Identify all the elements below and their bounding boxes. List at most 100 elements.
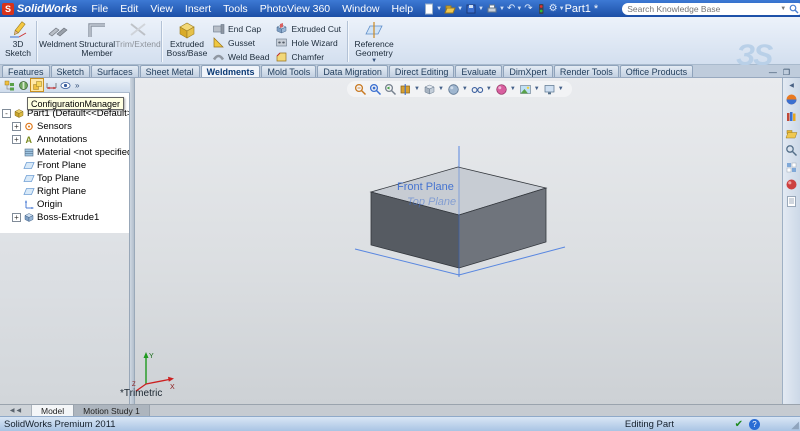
tab-office-products[interactable]: Office Products [619, 65, 694, 77]
view-settings-icon[interactable] [543, 83, 556, 96]
search-icon[interactable] [785, 144, 798, 157]
tree-item-boss-extrude1[interactable]: + Boss-Extrude1 [0, 211, 129, 224]
view-orientation-icon[interactable] [423, 83, 436, 96]
search-input[interactable] [627, 3, 778, 14]
chamfer-button[interactable]: Chamfer [272, 50, 344, 63]
view-orientation-caret-icon[interactable]: ▼ [438, 86, 444, 92]
appearances-icon[interactable] [785, 178, 798, 191]
scroll-left-icon[interactable]: ◀ [10, 407, 15, 414]
custom-properties-icon[interactable] [785, 195, 798, 208]
tab-dimxpert[interactable]: DimXpert [503, 65, 553, 77]
edit-appearance-icon[interactable] [495, 83, 508, 96]
structural-member-button[interactable]: Structural Member [76, 19, 118, 64]
menu-insert[interactable]: Insert [179, 2, 217, 16]
end-cap-button[interactable]: End Cap [209, 22, 272, 35]
rebuild-icon[interactable] [535, 3, 547, 15]
tab-scroll-arrows[interactable]: ◀ ◀ [0, 405, 32, 416]
save-icon[interactable]: ▼ [465, 3, 484, 15]
view-settings-caret-icon[interactable]: ▼ [558, 86, 564, 92]
apply-scene-icon[interactable] [519, 83, 532, 96]
options-gear-icon[interactable]: ⚙ ▼ [549, 3, 565, 15]
document-restore-icon[interactable]: ❐ [783, 68, 790, 77]
tab-render-tools[interactable]: Render Tools [553, 65, 619, 77]
display-manager-icon[interactable] [59, 79, 71, 91]
menu-file[interactable]: File [85, 2, 114, 16]
previous-view-icon[interactable] [384, 83, 397, 96]
apply-scene-caret-icon[interactable]: ▼ [534, 86, 540, 92]
motion-study-tab[interactable]: Motion Study 1 [74, 405, 150, 416]
edit-appearance-caret-icon[interactable]: ▼ [510, 86, 516, 92]
property-manager-icon[interactable] [17, 79, 29, 91]
tree-item-right-plane[interactable]: Right Plane [0, 185, 129, 198]
search-icon[interactable] [789, 4, 799, 14]
graphics-viewport[interactable]: ▼ ▼ ▼ ▼ ▼ ▼ ▼ Front Plane Top Plane [135, 78, 782, 404]
menu-photoview360[interactable]: PhotoView 360 [254, 2, 336, 16]
tab-data-migration[interactable]: Data Migration [317, 65, 388, 77]
tab-features[interactable]: Features [2, 65, 50, 77]
extruded-cut-button[interactable]: Extruded Cut [272, 22, 344, 35]
weld-bead-button[interactable]: Weld Bead [209, 50, 272, 63]
expand-toggle[interactable]: + [12, 213, 21, 222]
print-icon[interactable]: ▼ [486, 3, 505, 15]
expand-toggle[interactable]: + [12, 122, 21, 131]
design-library-icon[interactable] [785, 110, 798, 123]
menu-edit[interactable]: Edit [114, 2, 144, 16]
tab-evaluate[interactable]: Evaluate [455, 65, 503, 77]
expand-toggle[interactable]: + [12, 135, 21, 144]
menu-tools[interactable]: Tools [217, 2, 254, 16]
expand-toggle[interactable]: - [2, 109, 11, 118]
tab-weldments[interactable]: Weldments [200, 65, 261, 77]
reference-geometry-button[interactable]: Reference Geometry ▼ [351, 19, 397, 64]
extruded-boss-base-button[interactable]: Extruded Boss/Base [165, 19, 209, 64]
model-canvas[interactable]: Front Plane Top Plane [135, 78, 782, 404]
hide-show-items-icon[interactable] [471, 83, 484, 96]
undo-icon[interactable]: ↶ ▼ [507, 3, 522, 15]
tree-item-sensors[interactable]: + Sensors [0, 120, 129, 133]
panel-overflow-chevron-icon[interactable]: » [75, 81, 79, 90]
tab-sheet-metal[interactable]: Sheet Metal [139, 65, 200, 77]
new-document-icon[interactable]: ▼ [423, 3, 442, 15]
tree-item-annotations[interactable]: + A Annotations [0, 133, 129, 146]
tree-item-material[interactable]: Material <not specified> [0, 146, 129, 159]
hide-show-caret-icon[interactable]: ▼ [486, 86, 492, 92]
feature-manager-tree-icon[interactable] [3, 79, 15, 91]
display-style-caret-icon[interactable]: ▼ [462, 86, 468, 92]
task-pane-collapse-icon[interactable]: ◀ [789, 82, 794, 89]
reference-geometry-icon [365, 22, 383, 38]
menu-help[interactable]: Help [386, 2, 420, 16]
weldment-button[interactable]: Weldment [39, 19, 77, 64]
tab-surfaces[interactable]: Surfaces [91, 65, 139, 77]
tab-mold-tools[interactable]: Mold Tools [261, 65, 317, 77]
redo-icon[interactable]: ↷ [524, 3, 532, 15]
tab-direct-editing[interactable]: Direct Editing [388, 65, 455, 77]
view-palette-icon[interactable] [785, 161, 798, 174]
feature-manager-panel: » - Part1 (Default<<Default>_Displa + Se… [0, 78, 130, 404]
scroll-left-icon[interactable]: ◀ [17, 407, 22, 414]
document-minimize-icon[interactable]: — [769, 68, 777, 77]
zoom-to-fit-icon[interactable] [354, 83, 367, 96]
trim-extend-button[interactable]: Trim/Extend [115, 19, 161, 64]
section-view-icon[interactable] [399, 83, 412, 96]
solidworks-resources-icon[interactable] [785, 93, 798, 106]
open-icon[interactable]: ▼ [444, 3, 463, 15]
search-scope-caret-icon[interactable]: ▼ [780, 6, 786, 12]
tree-item-front-plane[interactable]: Front Plane [0, 159, 129, 172]
menu-window[interactable]: Window [336, 2, 385, 16]
gusset-button[interactable]: Gusset [209, 36, 272, 49]
model-tab[interactable]: Model [32, 405, 75, 416]
search-box[interactable]: ▼ [622, 2, 800, 15]
resize-grip-icon[interactable]: ◢ [791, 420, 799, 431]
display-style-icon[interactable] [447, 83, 460, 96]
section-view-caret-icon[interactable]: ▼ [414, 86, 420, 92]
hole-wizard-button[interactable]: Hole Wizard [272, 36, 344, 49]
dimxpert-manager-icon[interactable] [45, 79, 57, 91]
zoom-to-area-icon[interactable] [369, 83, 382, 96]
configuration-manager-icon[interactable] [30, 78, 44, 92]
help-icon[interactable]: ? [749, 419, 760, 430]
3d-sketch-button[interactable]: 3D Sketch [3, 19, 33, 64]
tree-item-origin[interactable]: Origin [0, 198, 129, 211]
menu-view[interactable]: View [144, 2, 179, 16]
tree-item-top-plane[interactable]: Top Plane [0, 172, 129, 185]
file-explorer-icon[interactable] [785, 127, 798, 140]
tab-sketch[interactable]: Sketch [50, 65, 91, 77]
